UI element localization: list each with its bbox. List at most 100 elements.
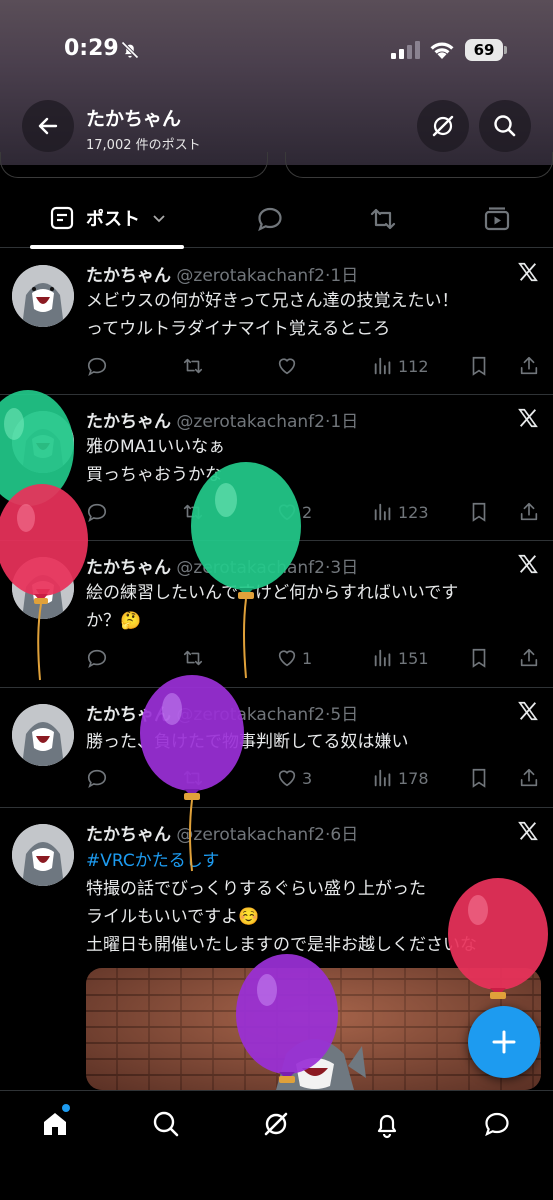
tab-posts[interactable]: ポスト (30, 188, 184, 249)
views-button[interactable]: 178 (372, 765, 429, 791)
bookmark-button[interactable] (468, 645, 490, 671)
like-button[interactable]: 3 (276, 765, 312, 791)
profile-name: たかちゃん (86, 108, 182, 130)
media-tab-icon[interactable] (482, 204, 512, 234)
author-name[interactable]: たかちゃん (86, 825, 171, 845)
tweet-text: メビウスの何が好きって兄さん達の技覚えたい！ ってウルトラダイナマイト覚えるとこ… (86, 287, 541, 343)
retweet-button[interactable] (182, 765, 204, 791)
compose-button[interactable] (468, 1006, 540, 1078)
tweet-line: 土曜日も開催いたしますので是非お越しくださいな (86, 935, 477, 955)
like-button[interactable]: 1 (276, 645, 312, 671)
tweet[interactable]: たかちゃん @zerotakachanf2·5日 勝った、負けたで物事判断してる… (0, 688, 553, 808)
messages-icon[interactable] (482, 1109, 512, 1139)
status-bar: 0:29 69 (0, 0, 553, 100)
share-button[interactable] (518, 765, 540, 791)
tweet[interactable]: たかちゃん @zerotakachanf2·1日 雅のMA1いいなぁ 買っちゃお… (0, 395, 553, 541)
retweet-button[interactable] (182, 499, 204, 525)
reposts-tab-icon[interactable] (368, 204, 398, 234)
tweet-line: か？🤔 (86, 611, 142, 631)
search-button[interactable] (479, 100, 531, 152)
reply-button[interactable] (86, 765, 108, 791)
author-handle[interactable]: @zerotakachanf2 (176, 825, 325, 845)
author-name[interactable]: たかちゃん (86, 412, 171, 432)
tweet-actions: 1 151 (86, 645, 541, 671)
tweet-header: たかちゃん @zerotakachanf2·1日 (86, 412, 359, 432)
bell-off-icon (121, 41, 139, 59)
like-button[interactable] (276, 353, 302, 379)
view-count: 178 (398, 768, 429, 788)
retweet-icon (183, 650, 203, 666)
tweet-line: 勝った、負けたで物事判断してる奴は嫌い (86, 732, 409, 752)
tweet-time[interactable]: 5日 (330, 705, 358, 725)
bookmark-button[interactable] (468, 499, 490, 525)
bookmark-button[interactable] (468, 765, 490, 791)
grok-button[interactable] (417, 100, 469, 152)
avatar[interactable] (12, 411, 74, 473)
heart-icon (278, 504, 296, 521)
bell-icon[interactable] (372, 1109, 402, 1139)
x-logo-icon (518, 262, 538, 282)
battery-tip (504, 46, 507, 54)
views-button[interactable]: 151 (372, 645, 429, 671)
heart-icon (278, 770, 296, 787)
home-icon[interactable] (40, 1109, 70, 1139)
shark-avatar-image (12, 704, 74, 766)
views-button[interactable]: 123 (372, 499, 429, 525)
share-button[interactable] (518, 353, 540, 379)
views-icon (374, 649, 391, 667)
reply-button[interactable] (86, 499, 108, 525)
back-button[interactable] (22, 100, 74, 152)
tweet-text: #VRCかたるしす 特撮の話でびっくりするぐらい盛り上がった ライルもいいですよ… (86, 847, 541, 959)
avatar[interactable] (12, 704, 74, 766)
tweet-header: たかちゃん @zerotakachanf2·1日 (86, 266, 359, 286)
views-button[interactable]: 112 (372, 353, 429, 379)
author-handle[interactable]: @zerotakachanf2 (176, 266, 325, 286)
tweet-time[interactable]: 1日 (330, 412, 358, 432)
tweet[interactable]: たかちゃん @zerotakachanf2·1日 メビウスの何が好きって兄さん達… (0, 249, 553, 395)
author-handle[interactable]: @zerotakachanf2 (176, 558, 325, 578)
search-icon[interactable] (151, 1109, 181, 1139)
reply-button[interactable] (86, 353, 108, 379)
reply-button[interactable] (86, 645, 108, 671)
views-icon (374, 357, 391, 375)
share-icon (520, 502, 538, 521)
tweet-text: 勝った、負けたで物事判断してる奴は嫌い (86, 728, 541, 756)
replies-tab-icon[interactable] (255, 204, 285, 234)
avatar[interactable] (12, 265, 74, 327)
tweet-header: たかちゃん @zerotakachanf2·5日 (86, 705, 359, 725)
share-button[interactable] (518, 645, 540, 671)
share-button[interactable] (518, 499, 540, 525)
tweet-time[interactable]: 6日 (330, 825, 358, 845)
view-count: 123 (398, 502, 429, 522)
battery-level: 69 (465, 39, 503, 61)
hashtag-link[interactable]: #VRCかたるしす (86, 847, 541, 875)
tweet-time[interactable]: 3日 (330, 558, 358, 578)
reply-icon (87, 769, 107, 789)
avatar[interactable] (12, 824, 74, 886)
like-button[interactable]: 2 (276, 499, 312, 525)
x-logo-icon (518, 821, 538, 841)
tweet-actions: 2 123 (86, 499, 541, 525)
author-name[interactable]: たかちゃん (86, 705, 171, 725)
tweet-time[interactable]: 1日 (330, 266, 358, 286)
chevron-down-icon (153, 215, 165, 223)
share-icon (520, 768, 538, 787)
retweet-icon (183, 504, 203, 520)
author-name[interactable]: たかちゃん (86, 558, 171, 578)
author-name[interactable]: たかちゃん (86, 266, 171, 286)
tweet-actions: 112 (86, 353, 541, 379)
bookmark-button[interactable] (468, 353, 490, 379)
tweet-line: ライルもいいですよ☺️ (86, 907, 260, 927)
tweet-text: 絵の練習したいんですけど何からすればいいです か？🤔 (86, 579, 541, 635)
retweet-button[interactable] (182, 645, 204, 671)
tweet[interactable]: たかちゃん @zerotakachanf2·3日 絵の練習したいんですけど何から… (0, 541, 553, 688)
author-handle[interactable]: @zerotakachanf2 (176, 412, 325, 432)
battery-indicator: 69 (465, 39, 507, 61)
post-icon (50, 206, 74, 230)
views-icon (374, 503, 391, 521)
grok-icon[interactable] (261, 1109, 291, 1139)
retweet-button[interactable] (182, 353, 204, 379)
avatar[interactable] (12, 557, 74, 619)
author-handle[interactable]: @zerotakachanf2 (176, 705, 325, 725)
tweet-header: たかちゃん @zerotakachanf2·3日 (86, 558, 359, 578)
